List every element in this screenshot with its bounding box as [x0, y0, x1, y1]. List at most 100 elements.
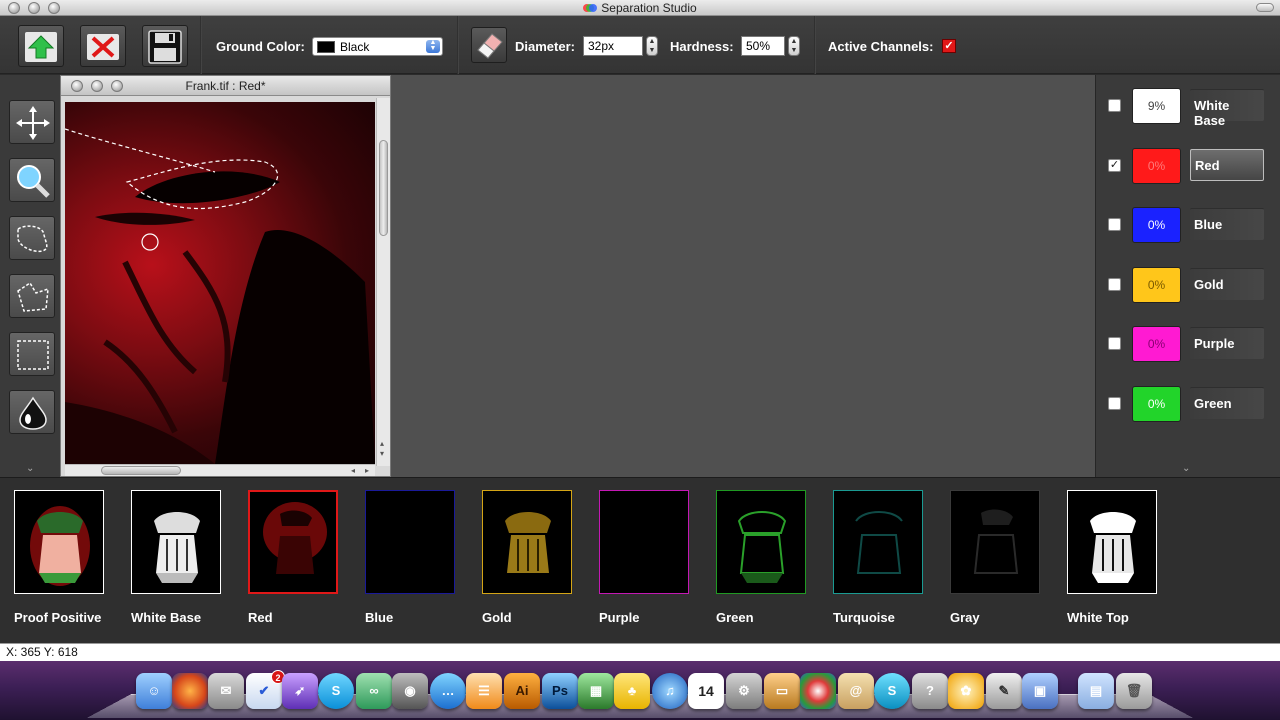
channel-visibility-checkbox[interactable] [1108, 397, 1121, 410]
preview-icon[interactable]: ▣ [1022, 673, 1058, 709]
move-tool[interactable] [9, 100, 55, 144]
canvas-area[interactable] [390, 75, 1095, 477]
vertical-scroll-thumb[interactable] [379, 140, 388, 236]
diameter-label: Diameter: [515, 39, 575, 54]
save-button[interactable] [142, 25, 188, 67]
thumbnail-artwork [505, 512, 551, 573]
channel-thumbnail[interactable] [482, 490, 572, 594]
thumbnail-artwork [366, 491, 454, 593]
channel-thumbnail[interactable] [1067, 490, 1157, 594]
scroll-right-arrow-icon[interactable]: ▸ [365, 466, 369, 475]
magnifier-icon [17, 165, 50, 198]
polygon-lasso-tool[interactable] [9, 274, 55, 318]
thumbnail-artwork [30, 506, 90, 586]
channel-row[interactable]: 0% Purple [1096, 324, 1280, 364]
trash-icon[interactable]: 🗑 [1116, 673, 1152, 709]
channel-thumbnail[interactable] [599, 490, 689, 594]
channel-row[interactable]: 9% White Base [1096, 86, 1280, 128]
channel-thumbnail[interactable] [14, 490, 104, 594]
open-button[interactable] [18, 25, 64, 67]
firefox-icon[interactable] [172, 673, 208, 709]
rectangle-select-tool[interactable] [9, 332, 55, 376]
flower-app-icon[interactable]: ✿ [948, 673, 984, 709]
channel-color-swatch[interactable]: 9% [1132, 88, 1181, 124]
channel-row[interactable]: ✓ 0% Red [1096, 146, 1280, 186]
sync-app-icon[interactable]: S [874, 673, 910, 709]
channel-thumbnail[interactable] [950, 490, 1040, 594]
chat-bubbles-icon[interactable]: ∞ [356, 673, 392, 709]
pencil-app-icon[interactable]: ✎ [986, 673, 1022, 709]
channel-name[interactable]: White Base [1190, 89, 1264, 128]
channels-expand-icon[interactable]: ⌄ [1182, 463, 1190, 474]
ink-drop-tool[interactable] [9, 390, 55, 434]
system-preferences-icon[interactable]: ⚙ [726, 673, 762, 709]
channel-visibility-checkbox[interactable] [1108, 337, 1121, 350]
ground-color-select[interactable]: Black ▲ ▼ [312, 37, 443, 56]
presentation-icon[interactable]: ▭ [764, 673, 800, 709]
thumbnail-artwork [855, 511, 903, 574]
channel-thumbnail[interactable] [716, 490, 806, 594]
cyberduck-icon[interactable]: ♣ [614, 673, 650, 709]
diameter-stepper[interactable]: ▲ ▼ [646, 36, 658, 56]
channel-name[interactable]: Blue [1190, 208, 1264, 240]
finder-icon[interactable]: ☺ [136, 673, 172, 709]
document-image[interactable] [65, 102, 375, 464]
scroll-up-arrow-icon[interactable]: ▴ [380, 439, 384, 448]
channel-color-swatch[interactable]: 0% [1132, 207, 1181, 243]
channel-name[interactable]: Gold [1190, 268, 1264, 300]
toolbar-toggle-button[interactable] [1256, 3, 1274, 12]
film-editor-icon[interactable]: ▦ [578, 673, 614, 709]
channel-color-swatch[interactable]: 0% [1132, 326, 1181, 362]
document-vertical-scrollbar[interactable]: ▴ ▾ [376, 98, 390, 466]
scroll-left-arrow-icon[interactable]: ◂ [351, 466, 355, 475]
mail-stamp-icon[interactable]: ✉ [208, 673, 244, 709]
channel-row[interactable]: 0% Green [1096, 384, 1280, 424]
address-book-icon[interactable]: @ [838, 673, 874, 709]
channel-color-swatch[interactable]: 0% [1132, 148, 1181, 184]
hardness-input[interactable] [741, 36, 785, 56]
active-channels-checkbox[interactable]: ✓ [942, 39, 956, 53]
ichat-icon[interactable]: … [430, 673, 466, 709]
photoshop-icon[interactable]: Ps [542, 673, 578, 709]
horizontal-scroll-thumb[interactable] [101, 466, 181, 475]
channel-row[interactable]: 0% Blue [1096, 205, 1280, 245]
channel-thumbnail[interactable] [365, 490, 455, 594]
channel-name[interactable]: Green [1190, 387, 1264, 419]
camera-icon[interactable]: ◉ [392, 673, 428, 709]
help-icon[interactable]: ? [912, 673, 948, 709]
channel-color-swatch[interactable]: 0% [1132, 267, 1181, 303]
channel-thumbnail[interactable] [248, 490, 338, 594]
tools-expand-icon[interactable]: ⌄ [26, 463, 34, 474]
toolbar-separator [457, 16, 459, 74]
color-picker-icon[interactable] [800, 673, 836, 709]
itunes-icon[interactable]: ♫ [652, 673, 688, 709]
document-horizontal-scrollbar[interactable]: ◂ ▸ [65, 464, 375, 476]
close-file-button[interactable] [80, 25, 126, 67]
channel-name[interactable]: Purple [1190, 327, 1264, 359]
ical-icon[interactable]: 14 [688, 673, 724, 709]
channel-row[interactable]: 0% Gold [1096, 265, 1280, 305]
channel-thumbnail[interactable] [131, 490, 221, 594]
ground-color-swatch [317, 41, 335, 53]
lasso-tool[interactable] [9, 216, 55, 260]
scroll-down-arrow-icon[interactable]: ▾ [380, 449, 384, 458]
rss-reader-icon[interactable]: ☰ [466, 673, 502, 709]
skype-icon[interactable]: S [318, 673, 354, 709]
channel-visibility-checkbox[interactable] [1108, 218, 1121, 231]
active-channels-label: Active Channels: [828, 39, 934, 54]
diameter-input[interactable] [583, 36, 643, 56]
channel-thumbnail[interactable] [833, 490, 923, 594]
hardness-stepper[interactable]: ▲ ▼ [788, 36, 800, 56]
channel-visibility-checkbox[interactable]: ✓ [1108, 159, 1121, 172]
document-title-bar: Frank.tif : Red* [61, 76, 390, 96]
todo-icon[interactable]: ✔ 2 [246, 670, 285, 709]
channel-color-swatch[interactable]: 0% [1132, 386, 1181, 422]
zoom-tool[interactable] [9, 158, 55, 202]
eraser-brush-button[interactable] [471, 27, 507, 63]
rocket-app-icon[interactable]: ➶ [282, 673, 318, 709]
channel-name[interactable]: Red [1190, 149, 1264, 181]
documents-folder-icon[interactable]: ▤ [1078, 673, 1114, 709]
channel-visibility-checkbox[interactable] [1108, 278, 1121, 291]
channel-visibility-checkbox[interactable] [1108, 99, 1121, 112]
illustrator-icon[interactable]: Ai [504, 673, 540, 709]
